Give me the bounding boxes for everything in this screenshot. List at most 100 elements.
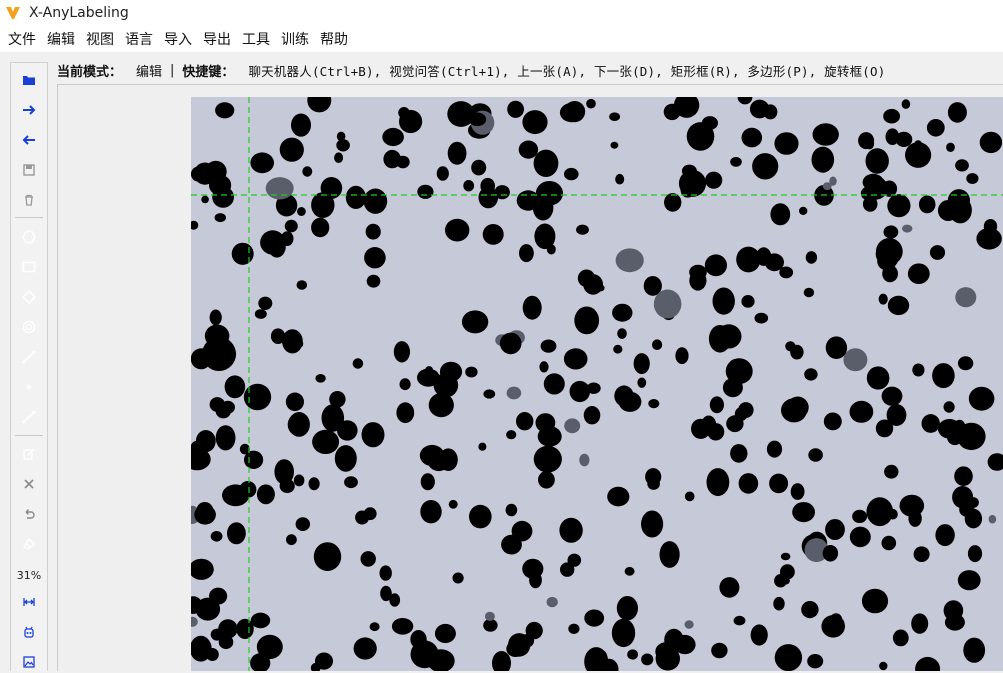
title-bar: X-AnyLabeling (0, 0, 1003, 26)
particle-blob (540, 339, 557, 353)
particle-blob (577, 269, 596, 288)
particle-blob (586, 98, 596, 109)
create-point-button[interactable] (18, 376, 40, 398)
particle-blob (279, 137, 304, 162)
menu-import[interactable]: 导入 (160, 29, 199, 49)
particle-blob (334, 152, 344, 163)
particle-blob (448, 499, 458, 509)
particle-blob (976, 227, 1002, 250)
canvas-area[interactable] (57, 84, 1003, 671)
prev-image-button[interactable] (18, 129, 40, 151)
menu-train[interactable]: 训练 (277, 29, 316, 49)
zoom-level[interactable]: 31% (11, 569, 47, 582)
particle-blob (881, 386, 903, 406)
create-polygon-button[interactable] (18, 226, 40, 248)
particle-blob (786, 396, 809, 419)
particle-blob (610, 141, 619, 149)
mode-value: 编辑 (136, 64, 163, 80)
particle-blob (286, 534, 297, 546)
particle-blob (633, 353, 650, 375)
create-line-button[interactable] (18, 346, 40, 368)
particle-blob (365, 223, 381, 240)
open-button[interactable] (18, 69, 40, 91)
menu-tools[interactable]: 工具 (238, 29, 277, 49)
fit-width-button[interactable] (18, 591, 40, 613)
particle-blob (398, 107, 410, 119)
menu-view[interactable]: 视图 (82, 29, 121, 49)
particle-blob (520, 633, 535, 648)
particle-blob (733, 615, 746, 626)
particle-blob (935, 524, 955, 547)
particle-blob (506, 386, 522, 400)
particle-blob (681, 164, 697, 178)
linestrip-icon (22, 410, 36, 424)
particle-blob (215, 425, 236, 451)
particle-blob (932, 363, 955, 389)
particle-blob (618, 391, 642, 412)
particle-blob (468, 112, 487, 127)
create-circle-button[interactable] (18, 316, 40, 338)
prev-arrow-icon (22, 135, 35, 145)
particle-blob (988, 514, 997, 524)
particle-blob (209, 174, 232, 196)
brightness-contrast-button[interactable] (18, 533, 40, 555)
particle-blob (948, 196, 972, 224)
image-canvas[interactable] (191, 97, 1003, 671)
app-title: X-AnyLabeling (29, 5, 129, 21)
particle-blob (785, 341, 796, 352)
delete-shape-button[interactable] (18, 473, 40, 495)
particle-blob (947, 102, 967, 123)
shortcut-key-label: 快捷键： (182, 64, 235, 80)
menu-help[interactable]: 帮助 (316, 29, 355, 49)
particle-blob (484, 611, 495, 622)
save-icon (23, 164, 35, 176)
particle-blob (659, 541, 680, 568)
particle-blob (334, 445, 357, 472)
edit-mode-button[interactable] (18, 443, 40, 465)
particle-blob (274, 459, 294, 485)
particle-blob (478, 442, 487, 451)
particle-blob (881, 535, 897, 551)
create-rectangle-button[interactable] (18, 256, 40, 278)
edit-icon (23, 448, 35, 460)
particle-blob (825, 519, 845, 540)
particle-blob (741, 127, 763, 148)
save-button[interactable] (18, 159, 40, 181)
particle-blob (912, 363, 925, 377)
delete-icon (25, 194, 33, 206)
auto-labeling-button[interactable] (18, 621, 40, 643)
particle-blob (774, 644, 803, 671)
create-linestrip-button[interactable] (18, 406, 40, 428)
particle-blob (616, 596, 638, 621)
particle-blob (313, 542, 342, 571)
next-image-button[interactable] (18, 99, 40, 121)
create-rotation-button[interactable] (18, 286, 40, 308)
particle-blob (766, 440, 783, 458)
particle-blob (355, 510, 370, 525)
particle-blob (336, 139, 350, 152)
delete-file-button[interactable] (18, 189, 40, 211)
particle-blob (282, 329, 303, 354)
menu-file[interactable]: 文件 (4, 29, 43, 49)
particle-blob (741, 295, 755, 308)
menu-edit[interactable]: 编辑 (43, 29, 82, 49)
particle-blob (792, 502, 815, 523)
particle-blob (892, 629, 909, 647)
particle-blob (452, 572, 464, 584)
particle-blob (884, 464, 899, 479)
particle-blob (902, 224, 913, 233)
undo-button[interactable] (18, 503, 40, 525)
particle-blob (613, 344, 623, 354)
particle-blob (707, 423, 725, 441)
particle-blob (379, 565, 392, 581)
menu-language[interactable]: 语言 (121, 29, 160, 49)
particle-blob (918, 195, 936, 214)
image-tool-button[interactable] (18, 651, 40, 673)
particle-blob (879, 661, 888, 671)
menu-export[interactable]: 导出 (199, 29, 238, 49)
particle-blob (899, 494, 925, 517)
particle-blob (716, 324, 742, 349)
particle-blob (563, 348, 588, 370)
particle-blob (885, 128, 900, 145)
particle-blob (823, 412, 842, 431)
